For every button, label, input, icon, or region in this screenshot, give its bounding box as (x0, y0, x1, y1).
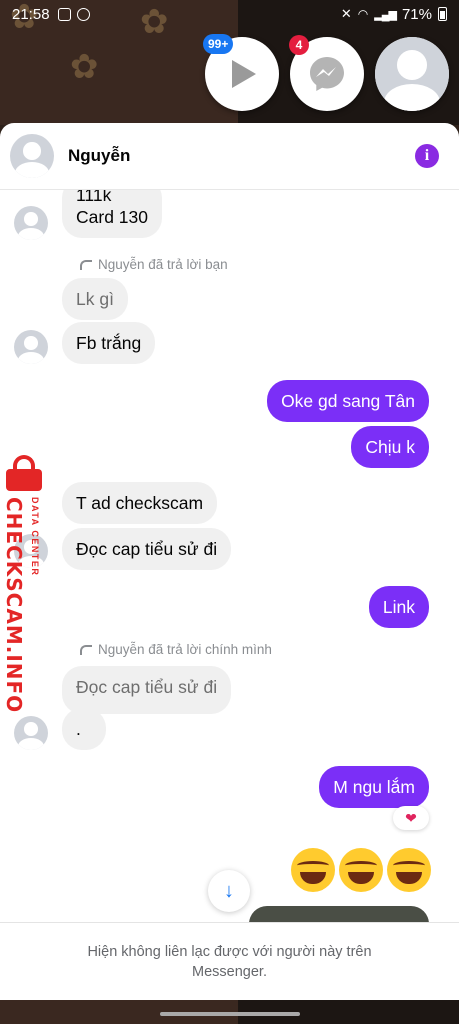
unavailable-notice: Hiện không liên lạc được với người này t… (0, 922, 459, 1000)
reply-note-text: Nguyễn đã trả lời chính mình (98, 642, 272, 657)
emoji-message[interactable] (291, 848, 431, 892)
message-incoming[interactable]: Đọc cap tiểu sử đi (62, 528, 232, 570)
message-outgoing[interactable]: M ngu lắm (319, 766, 429, 808)
battery-level: 71% (401, 5, 432, 23)
video-badge: 99+ (203, 34, 234, 54)
reply-note: Nguyễn đã trả lời chính mình (80, 642, 272, 657)
chat-header: Nguyễn i (0, 123, 459, 190)
laughing-emoji-icon (291, 848, 335, 892)
reply-icon (80, 644, 92, 655)
quoted-message[interactable]: Đọc cap tiểu sử đi (62, 666, 232, 714)
sender-avatar (14, 206, 48, 240)
reply-icon (80, 259, 92, 270)
flower-pattern-icon: ✿ (70, 47, 99, 87)
laughing-emoji-icon (387, 848, 431, 892)
chat-panel: Nguyễn i 111k Card 130 Nguyễn đã trả lời… (0, 123, 459, 1000)
checkscam-watermark: CHECKSCAM.INFO DATA CENTER (0, 455, 50, 713)
wifi-icon: ◠ (357, 7, 369, 21)
reply-note: Nguyễn đã trả lời bạn (80, 257, 228, 272)
message-incoming[interactable]: Fb trắng (62, 322, 156, 364)
avatar (375, 37, 449, 111)
arrow-down-icon: ↓ (224, 879, 234, 902)
heart-reaction[interactable]: ❤ (393, 806, 429, 830)
home-indicator[interactable] (160, 1012, 300, 1016)
info-button[interactable]: i (415, 144, 439, 168)
status-right: ✕ ◠ ▂▄▆ 71% (341, 6, 447, 23)
contact-avatar[interactable] (10, 134, 54, 178)
quoted-message[interactable]: Lk gì (62, 278, 128, 320)
battery-icon (438, 7, 447, 21)
sender-avatar (14, 716, 48, 750)
sender-avatar (14, 330, 48, 364)
message-incoming[interactable]: 111k Card 130 (62, 190, 162, 238)
messenger-badge: 4 (289, 35, 309, 55)
messenger-notification-icon (76, 7, 90, 21)
unavailable-notice-text: Hiện không liên lạc được với người này t… (87, 943, 372, 980)
reply-note-text: Nguyễn đã trả lời bạn (98, 257, 228, 272)
watermark-main: CHECKSCAM.INFO (2, 497, 26, 714)
mute-icon: ✕ (340, 6, 352, 21)
message-list[interactable]: 111k Card 130 Nguyễn đã trả lời bạn Lk g… (0, 190, 459, 922)
signal-icon: ▂▄▆ (374, 8, 397, 21)
gallery-notification-icon (57, 7, 71, 21)
status-time: 21:58 (12, 5, 50, 23)
message-outgoing[interactable]: Chịu k (351, 426, 429, 468)
play-icon (232, 60, 256, 88)
message-outgoing[interactable]: Link (368, 586, 429, 628)
laughing-emoji-icon (339, 848, 383, 892)
status-bar: 21:58 ✕ ◠ ▂▄▆ 71% (0, 0, 459, 28)
video-chathead[interactable]: 99+ (203, 34, 279, 111)
messenger-icon (310, 57, 344, 91)
contact-name[interactable]: Nguyễn (68, 146, 130, 166)
message-incoming[interactable]: T ad checkscam (62, 482, 218, 524)
profile-chathead[interactable] (375, 37, 449, 111)
media-message[interactable] (249, 906, 429, 922)
scroll-down-button[interactable]: ↓ (208, 870, 250, 912)
lock-icon (4, 455, 44, 491)
watermark-sub: DATA CENTER (30, 497, 40, 577)
message-incoming[interactable]: . (62, 708, 106, 750)
messenger-chathead[interactable]: 4 (289, 35, 364, 111)
notification-icons (57, 7, 90, 21)
message-outgoing[interactable]: Oke gd sang Tân (267, 380, 429, 422)
